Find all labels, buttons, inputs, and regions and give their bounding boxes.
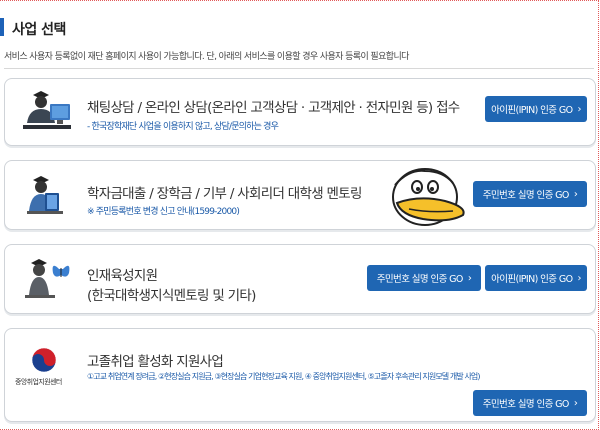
divider (4, 68, 594, 69)
chevron-right-icon: › (577, 272, 582, 284)
button-label: 주민번호 실명 인증 GO (482, 399, 570, 410)
button-label: 주민번호 실명 인증 GO (376, 274, 464, 285)
resident-number-auth-button[interactable]: 주민번호 실명 인증 GO › (473, 390, 587, 416)
chevron-right-icon: › (467, 272, 472, 284)
card-title: 고졸취업 활성화 지원사업 (87, 354, 224, 370)
service-card-counseling: 채팅상담 / 온라인 상담(온라인 고객상담 · 고객제안 · 전자민원 등) … (4, 78, 596, 146)
duck-mascot-icon (392, 168, 465, 226)
card-subtitle: ※ 주민등록번호 변경 신고 안내(1599-2000) (87, 207, 240, 217)
button-label: 아이핀(IPIN) 인증 GO (491, 274, 573, 285)
resident-number-auth-button[interactable]: 주민번호 실명 인증 GO › (473, 181, 587, 207)
counselor-computer-icon (23, 91, 71, 129)
title-accent-bar (0, 18, 4, 36)
taegeuk-logo-icon (31, 347, 57, 373)
card-title-line2: (한국대학생지식멘토링 및 기타) (87, 288, 256, 304)
chevron-right-icon: › (577, 103, 582, 115)
card-subtitle: ①고교 취업연계 장려금, ②현장실습 지원금, ③현장실습 기업현장교육 지원… (87, 372, 481, 381)
chevron-right-icon: › (573, 397, 578, 409)
service-card-talent: 인재육성지원 (한국대학생지식멘토링 및 기타) 주민번호 실명 인증 GO › … (4, 244, 596, 314)
chevron-right-icon: › (573, 188, 578, 200)
service-card-loan-scholarship: 학자금대출 / 장학금 / 기부 / 사회리더 대학생 멘토링 ※ 주민등록번호… (4, 160, 596, 230)
page-title: 사업 선택 (12, 22, 66, 38)
graduate-butterfly-icon (25, 259, 70, 298)
logo-caption: 중앙취업지원센터 (15, 378, 62, 386)
card-subtitle: - 한국장학재단 사업을 이용하지 않고, 상담/문의하는 경우 (87, 122, 279, 132)
service-card-high-school-employment: 중앙취업지원센터 고졸취업 활성화 지원사업 ①고교 취업연계 장려금, ②현장… (4, 328, 596, 422)
card-title-line1: 인재육성지원 (87, 268, 158, 284)
card-title: 학자금대출 / 장학금 / 기부 / 사회리더 대학생 멘토링 (87, 186, 362, 202)
graduate-book-icon (27, 176, 63, 214)
registration-notice: 서비스 사용자 등록없이 재단 홈페이지 사용이 가능합니다. 단, 아래의 서… (4, 52, 409, 62)
ipin-auth-button[interactable]: 아이핀(IPIN) 인증 GO › (485, 265, 587, 291)
button-label: 아이핀(IPIN) 인증 GO (491, 105, 573, 116)
ipin-auth-button[interactable]: 아이핀(IPIN) 인증 GO › (485, 96, 587, 122)
button-label: 주민번호 실명 인증 GO (482, 190, 570, 201)
card-title: 채팅상담 / 온라인 상담(온라인 고객상담 · 고객제안 · 전자민원 등) … (87, 100, 460, 116)
resident-number-auth-button[interactable]: 주민번호 실명 인증 GO › (367, 265, 481, 291)
